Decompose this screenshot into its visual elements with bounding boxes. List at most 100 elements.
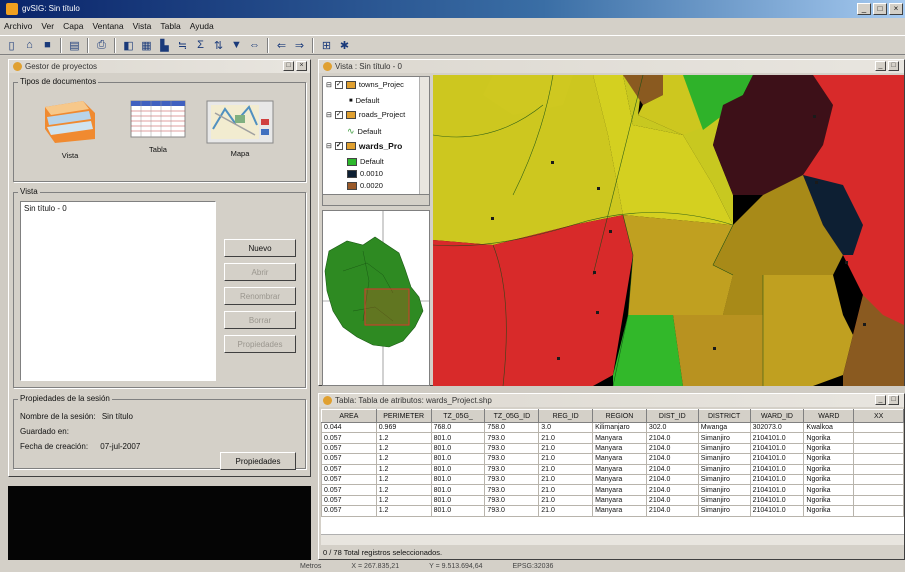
table-cell[interactable]: Manyara (592, 505, 647, 517)
table-cell[interactable]: 2104.0 (645, 505, 699, 517)
doc-type-tabla[interactable]: Tabla (126, 99, 190, 154)
minimize-button[interactable]: _ (857, 3, 871, 15)
table-cell[interactable]: 2104.0 (645, 453, 699, 465)
table-cell[interactable]: 2104101.0 (749, 463, 805, 475)
column-header[interactable]: TZ_05G_ (430, 409, 486, 423)
close-button[interactable]: × (296, 61, 307, 71)
rename-button[interactable]: Renombrar (224, 287, 296, 305)
table-cell[interactable]: Simanjiro (697, 442, 751, 455)
session-properties-button[interactable]: Propiedades (220, 452, 296, 470)
menu-capa[interactable]: Capa (63, 19, 83, 34)
close-button[interactable]: × (889, 3, 903, 15)
chart-icon[interactable]: ▙ (157, 38, 172, 53)
table-cell[interactable]: 801.0 (430, 505, 486, 517)
table-cell[interactable]: Simanjiro (697, 453, 751, 465)
table-cell[interactable]: Ngorika (803, 494, 855, 507)
column-header[interactable]: REG_ID (538, 409, 594, 423)
new-button[interactable]: Nuevo (224, 239, 296, 257)
table-cell[interactable]: 21.0 (538, 432, 594, 444)
table-cell[interactable]: 758.0 (484, 421, 540, 434)
table-cell[interactable]: 2104101.0 (749, 494, 805, 507)
table-cell[interactable]: 2104101.0 (749, 484, 805, 496)
column-header[interactable]: TZ_05G_ID (484, 409, 540, 423)
table-cell[interactable] (853, 505, 904, 517)
table-cell[interactable]: 793.0 (484, 432, 540, 444)
menu-ventana[interactable]: Ventana (92, 19, 123, 34)
maximize-button[interactable]: □ (888, 61, 899, 71)
filter-icon[interactable]: ≒ (175, 38, 190, 53)
column-header[interactable]: AREA (321, 409, 377, 423)
table-cell[interactable]: 793.0 (484, 505, 540, 517)
table-cell[interactable]: 0.057 (321, 505, 377, 517)
add-layer-icon[interactable]: ◧ (121, 38, 136, 53)
table-cell[interactable]: 0.057 (321, 453, 377, 465)
column-header[interactable]: REGION (592, 409, 647, 423)
table-cell[interactable]: 793.0 (484, 463, 540, 475)
table-cell[interactable]: 793.0 (484, 453, 540, 465)
layer-visibility-checkbox[interactable]: ✓ (334, 110, 343, 119)
table-cell[interactable]: 3.0 (538, 421, 594, 434)
table-cell[interactable]: Mwanga (697, 421, 751, 434)
table-cell[interactable]: 801.0 (430, 463, 486, 475)
table-cell[interactable]: 801.0 (430, 473, 486, 486)
table-cell[interactable] (853, 473, 904, 486)
table-cell[interactable]: 793.0 (484, 473, 540, 486)
column-header[interactable]: XX (853, 409, 904, 423)
table-cell[interactable]: Manyara (592, 442, 647, 455)
open-icon[interactable]: ⌂ (22, 38, 37, 53)
table-cell[interactable]: Simanjiro (697, 505, 751, 517)
layer-visibility-checkbox[interactable]: ✓ (334, 80, 343, 89)
table-cell[interactable]: Simanjiro (697, 484, 751, 496)
column-header[interactable]: WARD (803, 409, 855, 423)
table-cell[interactable]: 2104.0 (645, 442, 699, 455)
table-cell[interactable]: Manyara (592, 463, 647, 475)
table-hscrollbar[interactable] (321, 534, 904, 545)
table-cell[interactable]: 2104101.0 (749, 505, 805, 517)
table-cell[interactable]: 21.0 (538, 505, 594, 517)
map-canvas[interactable] (433, 75, 904, 386)
table-cell[interactable]: 801.0 (430, 453, 486, 465)
column-header[interactable]: DIST_ID (645, 409, 699, 423)
table-cell[interactable]: 2104.0 (645, 494, 699, 507)
table-cell[interactable]: Manyara (592, 453, 647, 465)
table-cell[interactable] (853, 484, 904, 496)
table-icon[interactable]: ▦ (139, 38, 154, 53)
table-cell[interactable]: 801.0 (430, 442, 486, 455)
table-row[interactable]: 0.057 1.2 801.0 793.0 21.0 Manyara 2104.0 Siman… (321, 453, 904, 465)
layout-icon[interactable]: ▤ (67, 38, 82, 53)
table-row[interactable]: 0.057 1.2 801.0 793.0 21.0 Manyara 2104.0 Siman… (321, 494, 904, 507)
table-cell[interactable]: 768.0 (430, 421, 486, 434)
table-cell[interactable]: 2104.0 (645, 463, 699, 475)
column-header[interactable]: PERIMETER (375, 409, 432, 423)
table-cell[interactable]: 21.0 (538, 473, 594, 486)
table-cell[interactable]: Simanjiro (697, 432, 751, 444)
table-cell[interactable]: 302.0 (645, 421, 699, 434)
table-cell[interactable]: Kilimanjaro (592, 421, 647, 434)
table-cell[interactable]: Ngorika (803, 505, 855, 517)
layer-visibility-checkbox[interactable]: ✓ (334, 142, 343, 150)
table-cell[interactable]: 801.0 (430, 484, 486, 496)
menu-ayuda[interactable]: Ayuda (190, 19, 214, 34)
maximize-button[interactable]: □ (888, 395, 899, 405)
table-row[interactable]: 0.057 1.2 801.0 793.0 21.0 Manyara 2104.0 Siman… (321, 473, 904, 486)
table-cell[interactable]: 793.0 (484, 494, 540, 507)
table-cell[interactable]: Ngorika (803, 453, 855, 465)
table-cell[interactable]: Ngorika (803, 463, 855, 475)
table-row[interactable]: 0.057 1.2 801.0 793.0 21.0 Manyara 2104.0 Siman… (321, 442, 904, 455)
table-cell[interactable]: 1.2 (375, 432, 432, 444)
tool-icon[interactable]: ✱ (337, 38, 352, 53)
table-cell[interactable]: 302073.0 (749, 421, 805, 434)
print-icon[interactable]: ⎙ (94, 38, 109, 53)
maximize-button[interactable]: □ (873, 3, 887, 15)
table-cell[interactable] (853, 432, 904, 444)
table-cell[interactable]: 801.0 (430, 432, 486, 444)
table-row[interactable]: 0.057 1.2 801.0 793.0 21.0 Manyara 2104.0 Siman… (321, 432, 904, 444)
table-cell[interactable]: 0.057 (321, 432, 377, 444)
column-header[interactable]: WARD_ID (749, 409, 805, 423)
toc-vscrollbar[interactable] (419, 77, 429, 194)
table-cell[interactable]: 21.0 (538, 442, 594, 455)
table-cell[interactable]: 801.0 (430, 494, 486, 507)
layer-row-roads[interactable]: ⊟ ✓ roads_Project (326, 110, 405, 119)
sum-icon[interactable]: Σ (193, 38, 208, 53)
table-cell[interactable]: 21.0 (538, 463, 594, 475)
